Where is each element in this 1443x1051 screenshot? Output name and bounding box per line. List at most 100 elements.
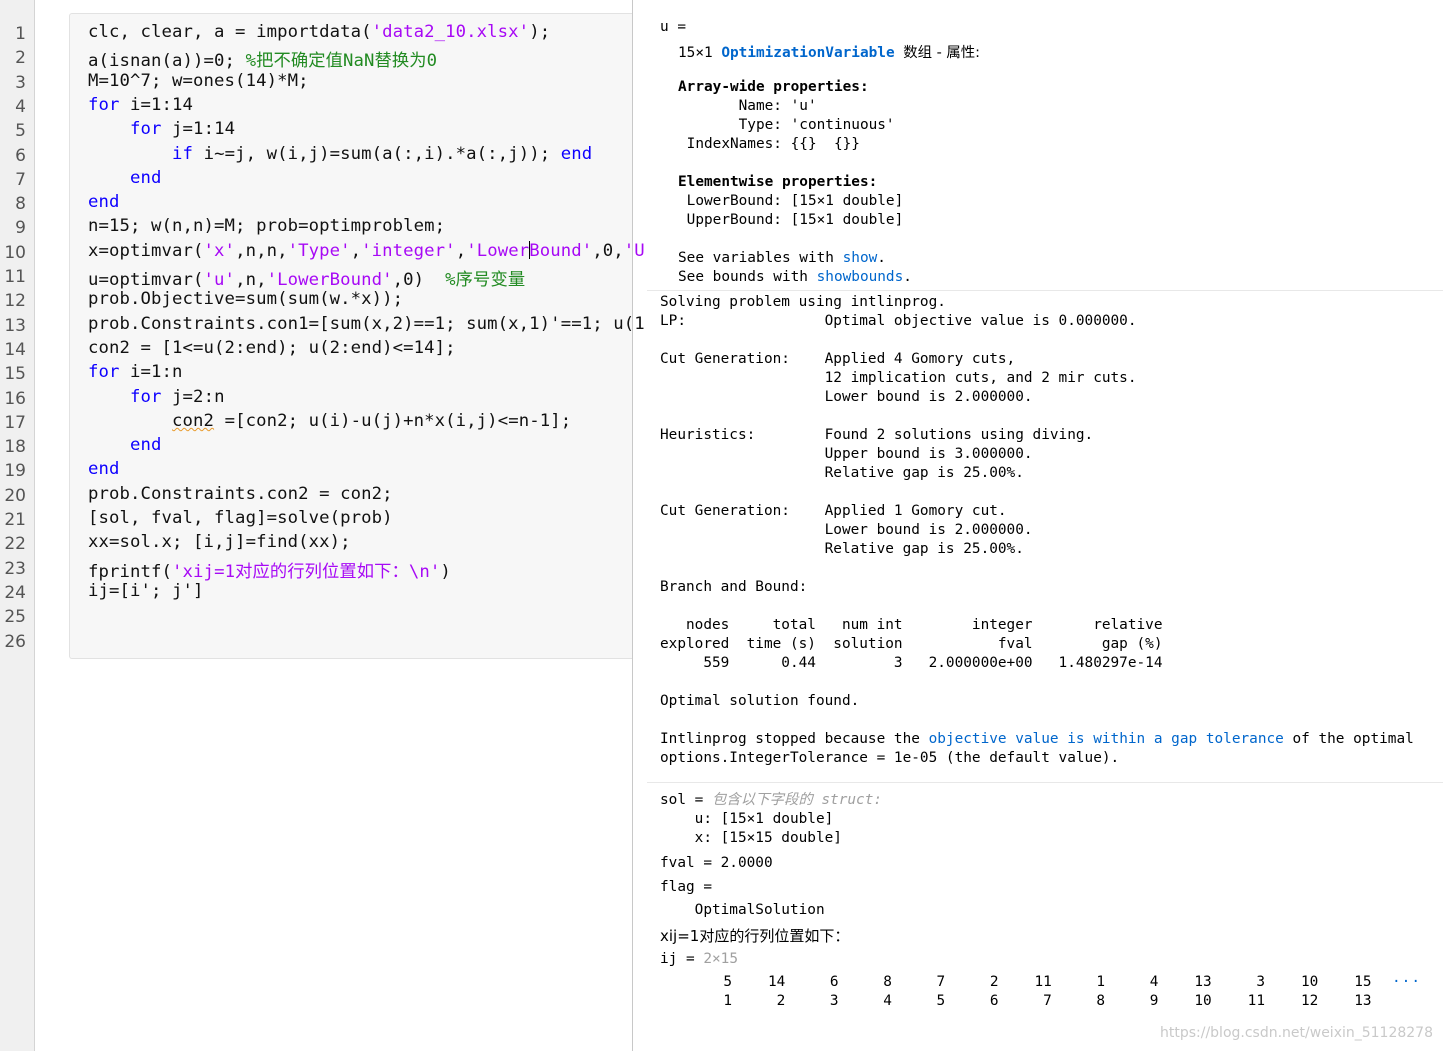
code-text: M=10^7; w=ones(14)*M;	[88, 70, 309, 91]
ij-cell: 3	[1256, 974, 1265, 990]
line-number: 5	[15, 121, 26, 142]
name-prop: Name: 'u'	[678, 98, 817, 114]
code-text: )	[440, 561, 451, 582]
line-number: 25	[4, 607, 26, 628]
optimizationvariable-link[interactable]: OptimizationVariable	[721, 45, 894, 61]
flag-value: OptimalSolution	[660, 902, 825, 918]
ij-cell: 11	[1034, 974, 1052, 990]
code-line[interactable]: end	[88, 168, 162, 192]
code-line[interactable]: M=10^7; w=ones(14)*M;	[88, 71, 309, 95]
code-line[interactable]: end	[88, 435, 162, 459]
keyword: for	[130, 386, 162, 407]
ij-size: 2×15	[703, 951, 738, 967]
line-number: 9	[15, 218, 26, 239]
line-number: 13	[4, 315, 26, 336]
code-line[interactable]: n=15; w(n,n)=M; prob=optimproblem;	[88, 216, 445, 240]
line-number: 1	[15, 24, 26, 44]
ij-cell: 5	[936, 993, 946, 1009]
code-line[interactable]: con2 = [1<=u(2:end); u(2:end)<=14];	[88, 338, 456, 362]
code-line[interactable]: for i=1:n	[88, 362, 183, 386]
code-text: i=1:14	[119, 94, 194, 115]
code-line[interactable]: prob.Constraints.con2 = con2;	[88, 484, 393, 508]
line-number: 24	[4, 582, 26, 603]
ij-label: ij =	[660, 951, 704, 967]
line-number: 7	[15, 169, 26, 190]
ij-cell: 6	[989, 993, 999, 1009]
period: .	[877, 250, 886, 266]
code-line[interactable]: a(isnan(a))=0; %把不确定值NaN替换为0	[88, 46, 437, 72]
code-text: ij=[i'; j']	[88, 580, 204, 601]
ij-cell: 1	[1096, 974, 1106, 990]
code-line[interactable]: end	[88, 459, 120, 483]
code-text: ,n,n,	[235, 240, 288, 261]
code-line[interactable]: con2 =[con2; u(i)-u(j)+n*x(i,j)<=n-1];	[88, 411, 571, 435]
line-number: 11	[4, 267, 26, 287]
code-line[interactable]: prob.Objective=sum(sum(w.*x));	[88, 289, 403, 313]
line-number: 15	[4, 364, 26, 385]
code-line[interactable]: u=optimvar('u',n,'LowerBound',0) %序号变量	[88, 265, 526, 290]
show-link[interactable]: show	[843, 250, 878, 266]
code-line[interactable]: fprintf('xij=1对应的行列位置如下：\n')	[88, 557, 451, 582]
code-line[interactable]: x=optimvar('x',n,n,'Type','integer','Low…	[88, 240, 645, 265]
code-text: ,0,	[592, 240, 624, 261]
code-text: [sol, fval, flag]=solve(prob)	[88, 508, 393, 528]
code-line[interactable]: for j=2:n	[88, 387, 225, 411]
line-number: 19	[4, 461, 26, 482]
code-line[interactable]: xx=sol.x; [i,j]=find(xx);	[88, 532, 351, 556]
code-line[interactable]: ij=[i'; j']	[88, 581, 204, 605]
code-line[interactable]: prob.Constraints.con1=[sum(x,2)==1; sum(…	[88, 314, 645, 338]
string-literal: 'u'	[203, 270, 236, 290]
ij-cell: 12	[1300, 993, 1319, 1009]
code-text: a(isnan(a))=0;	[88, 51, 246, 72]
code-text: xx=sol.x; [i,j]=find(xx);	[88, 532, 351, 553]
code-text: clc, clear, a = importdata(	[88, 22, 372, 42]
sol-struct-desc: 包含以下字段的 struct:	[711, 792, 883, 808]
solver-log-line: nodes total num int integer relative	[660, 617, 1163, 633]
line-number: 18	[4, 437, 26, 458]
solver-log-line: Lower bound is 2.000000.	[660, 522, 1033, 538]
string-literal: 'integer'	[361, 240, 456, 261]
more-columns-link[interactable]: ···	[1392, 974, 1421, 990]
solver-log-line: Cut Generation: Applied 4 Gomory cuts,	[660, 351, 1016, 367]
code-line[interactable]: [sol, fval, flag]=solve(prob)	[88, 508, 393, 532]
line-number-gutter: 1 2 3 4 5 6 7 8 9 10 11 12 13 14 15 16 17 18 19 20 21 22 23 24 2…	[0, 0, 35, 1051]
ij-cell: 9	[1149, 993, 1159, 1009]
code-line[interactable]: end	[88, 192, 120, 216]
gap-tolerance-link[interactable]: objective value is within a gap toleranc…	[929, 731, 1284, 747]
string-literal: Bound'	[529, 240, 593, 261]
upperbound-prop: UpperBound: [15×1 double]	[678, 212, 904, 228]
solver-log-line: Solving problem using intlinprog.	[660, 294, 946, 310]
fprintf-output: xij=1对应的行列位置如下：	[660, 927, 850, 945]
stopped-line: Intlinprog stopped because the objective…	[660, 731, 1414, 747]
ij-cell: 13	[1354, 993, 1372, 1009]
keyword: for	[88, 94, 120, 115]
solver-log-line: 12 implication cuts, and 2 mir cuts.	[660, 370, 1137, 386]
stopped-prefix: Intlinprog stopped because the	[660, 731, 929, 747]
lowerbound-prop: LowerBound: [15×1 double]	[678, 193, 904, 209]
command-window-output[interactable]: u = 15×1 OptimizationVariable 数组 - 属性: A…	[633, 0, 1443, 1051]
solver-log-line: Cut Generation: Applied 1 Gomory cut.	[660, 503, 1007, 519]
code-text: u=optimvar(	[88, 270, 204, 290]
line-number: 12	[4, 291, 26, 312]
line-number: 23	[4, 558, 26, 579]
comment: %序号变量	[445, 270, 526, 290]
code-text: j=2:n	[161, 386, 225, 407]
array-props-text: 数组 - 属性:	[903, 45, 981, 61]
line-number: 22	[4, 534, 26, 555]
code-text: i~=j, w(i,j)=sum(a(:,i).*a(:,j));	[193, 143, 561, 164]
code-line[interactable]: clc, clear, a = importdata('data2_10.xls…	[88, 22, 550, 46]
see-variables-text: See variables with	[678, 250, 843, 266]
code-line[interactable]: for j=1:14	[88, 119, 235, 143]
solver-log-line: LP: Optimal objective value is 0.000000.	[660, 313, 1137, 329]
see-bounds-text: See bounds with	[678, 269, 817, 285]
showbounds-link[interactable]: showbounds	[817, 269, 904, 285]
code-line[interactable]: if i~=j, w(i,j)=sum(a(:,i).*a(:,j)); end	[88, 144, 592, 168]
code-line[interactable]: for i=1:14	[88, 95, 193, 119]
stopped-suffix: of the optimal	[1283, 731, 1414, 747]
watermark: https://blog.csdn.net/weixin_51128278	[1159, 1025, 1433, 1041]
fval-display: fval = 2.0000	[660, 855, 773, 871]
ij-cell: 13	[1194, 974, 1212, 990]
elementwise-header: Elementwise properties:	[678, 174, 878, 190]
